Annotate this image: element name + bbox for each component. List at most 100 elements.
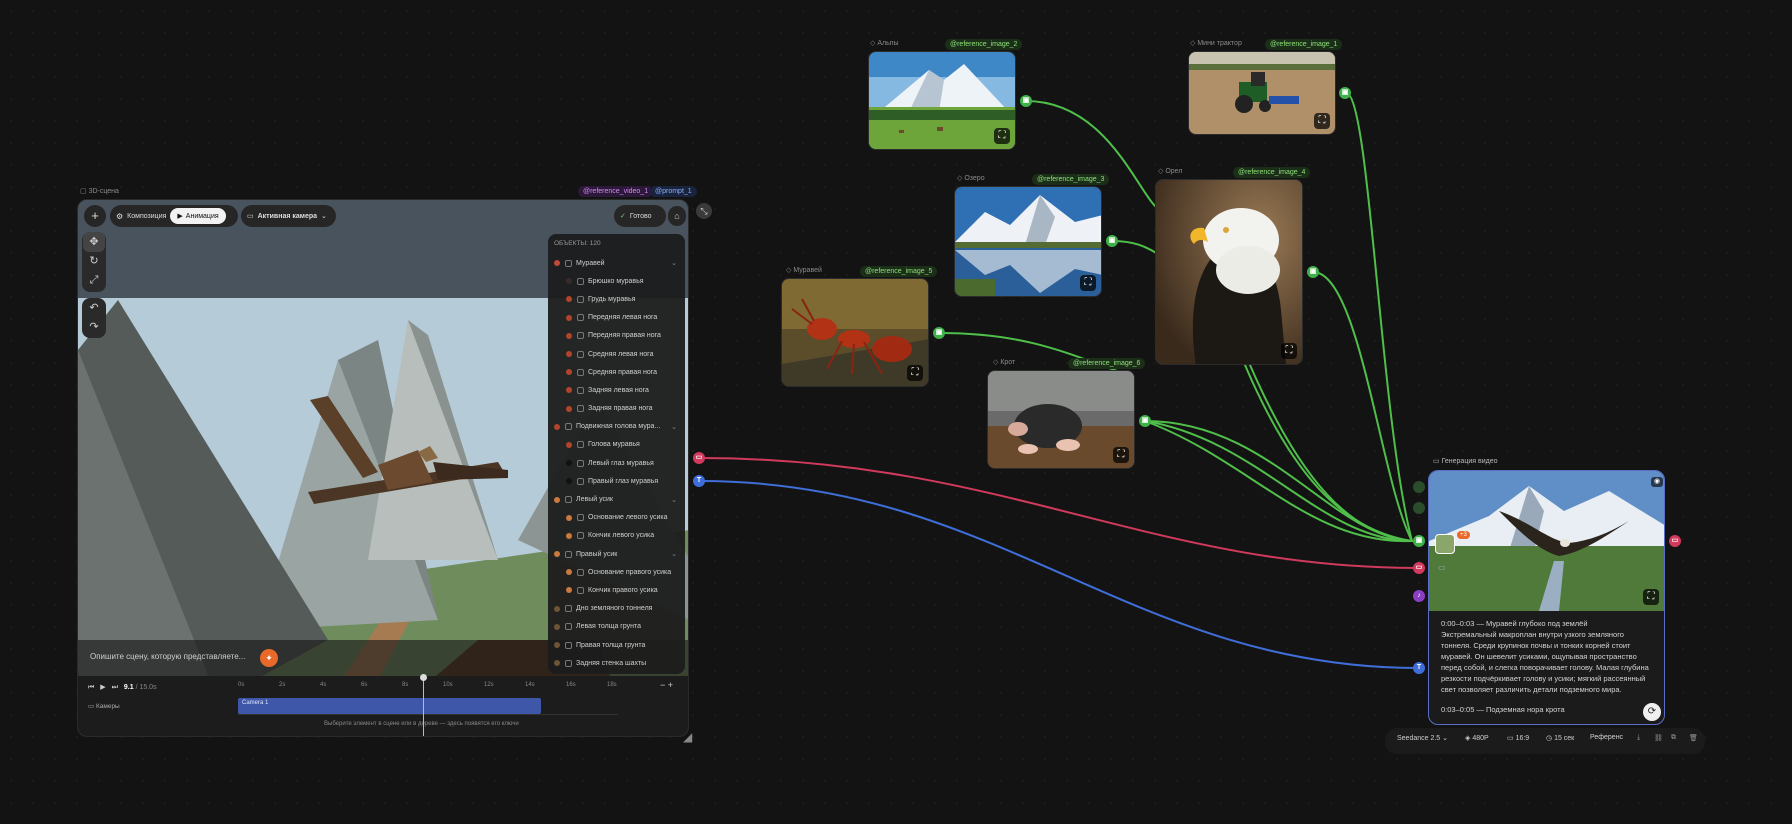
model-select[interactable]: Seedance 2.5 ⌄ [1397, 734, 1448, 742]
ready-button[interactable]: ✓ Готово [614, 205, 666, 227]
video-generation-node[interactable]: ◉ +3 ▭ ⛶ 0:00–0:03 — Муравей глубоко под… [1428, 470, 1665, 725]
port-alps[interactable]: ▣ [1020, 95, 1032, 107]
color-dot [566, 441, 572, 448]
fullscreen-icon[interactable]: ⛶ [1080, 275, 1096, 291]
camera-clip[interactable]: Camera 1 [238, 698, 541, 714]
image-tractor[interactable]: ⛶ [1188, 51, 1336, 135]
chevron-down-icon[interactable]: ⌄ [671, 550, 677, 558]
outliner-item[interactable]: Правый усик ⌄ [548, 545, 685, 563]
fullscreen-icon[interactable]: ⛶ [994, 128, 1010, 144]
outliner-item[interactable]: Брюшко муравья [548, 272, 685, 290]
outliner-item[interactable]: Правый глаз муравья [548, 472, 685, 490]
image-alps[interactable]: ⛶ [868, 51, 1016, 150]
fullscreen-icon[interactable]: ⛶ [1314, 113, 1330, 129]
mode-composition-tab[interactable]: Композиция [127, 213, 166, 220]
undo-icon[interactable]: ↶ [83, 298, 105, 318]
trash-icon[interactable]: 🗑 [1689, 734, 1698, 742]
scene-viewport[interactable]: + ⚙ Композиция ▶ Анимация ▭ Активная каме… [77, 199, 689, 737]
fullscreen-icon[interactable]: ⛶ [1643, 589, 1659, 605]
outliner-item[interactable]: Подвижная голова мура... ⌄ [548, 418, 685, 436]
copy-icon[interactable]: ⧉ [1671, 734, 1676, 742]
outliner-item[interactable]: Средняя правая нога [548, 363, 685, 381]
generate-spark-icon[interactable]: ✦ [260, 649, 278, 667]
outliner-item[interactable]: Основание левого усика [548, 509, 685, 527]
outliner-item[interactable]: Задняя стенка шахты [548, 654, 685, 672]
mode-select[interactable]: Референс [1590, 734, 1623, 741]
port-tractor[interactable]: ▣ [1339, 87, 1351, 99]
rotate-icon[interactable]: ↻ [83, 251, 105, 271]
resolution-select[interactable]: ◈ 480P [1465, 734, 1489, 742]
collapse-icon[interactable]: ⤡ [696, 203, 712, 219]
folder-icon [565, 550, 572, 558]
reference-thumbnail[interactable] [1435, 534, 1455, 554]
outliner-item[interactable]: Передняя левая нога [548, 309, 685, 327]
image-lake[interactable]: ⛶ [954, 186, 1102, 297]
scale-icon[interactable]: ⤢ [83, 270, 105, 290]
outliner-item[interactable]: Дно земляного тоннеля [548, 600, 685, 618]
wire-video [699, 457, 1419, 569]
skip-forward-icon[interactable]: ⏭ [112, 684, 118, 691]
resize-handle-icon[interactable]: ◢ [683, 730, 697, 744]
port-gen-video[interactable]: ▭ [1413, 562, 1425, 574]
outliner-item[interactable]: Кончик левого усика [548, 527, 685, 545]
outliner-item[interactable]: Левая толща грунта [548, 618, 685, 636]
outliner-item[interactable]: Задняя левая нога [548, 381, 685, 399]
zoom-in-icon[interactable]: + [668, 680, 673, 690]
image-eagle[interactable]: ⛶ [1155, 179, 1303, 365]
outliner-item[interactable]: Левый усик ⌄ [548, 490, 685, 508]
port-gen-audio[interactable]: ♪ [1413, 590, 1425, 602]
chevron-down-icon[interactable]: ⌄ [671, 423, 677, 431]
duration-select[interactable]: ◷ 15 сек [1546, 734, 1574, 742]
timeline-ruler[interactable]: 0s 2s 4s 6s 8s 10s 12s 14s 16s 18s [238, 682, 618, 694]
fullscreen-icon[interactable]: ⛶ [907, 365, 923, 381]
port-prompt-out[interactable]: T [693, 475, 705, 487]
mode-animation-tab[interactable]: ▶ Анимация [170, 208, 226, 224]
skip-back-icon[interactable]: ⏮ [88, 684, 94, 691]
camera-select[interactable]: ▭ Активная камера ⌄ [241, 205, 336, 227]
outliner-item[interactable]: Левый глаз муравья [548, 454, 685, 472]
home-icon[interactable]: ⌂ [668, 206, 686, 226]
play-icon: ▶ [177, 213, 183, 220]
outliner-item-label: Подвижная голова мура... [576, 423, 661, 431]
port-gen-prompt[interactable]: T [1413, 662, 1425, 674]
playhead-handle[interactable] [420, 674, 427, 681]
regenerate-icon[interactable]: ⟳ [1643, 703, 1661, 721]
chevron-down-icon[interactable]: ⌄ [671, 496, 677, 504]
color-dot [554, 551, 560, 558]
redo-icon[interactable]: ↷ [83, 317, 105, 337]
chevron-down-icon[interactable]: ⌄ [671, 259, 677, 267]
port-gen-images[interactable]: ▣ [1413, 535, 1425, 547]
outliner-item[interactable]: Муравей ⌄ [548, 254, 685, 272]
outliner-item[interactable]: Средняя левая нога [548, 345, 685, 363]
image-mole[interactable]: ⛶ [987, 370, 1135, 469]
port-gen-in-1[interactable] [1413, 481, 1425, 493]
fullscreen-icon[interactable]: ⛶ [1281, 343, 1297, 359]
playhead[interactable] [423, 676, 424, 736]
add-button[interactable]: + [84, 205, 106, 227]
outliner-item[interactable]: Основание правого усика [548, 563, 685, 581]
zoom-out-icon[interactable]: − [660, 680, 665, 690]
mesh-icon [577, 586, 584, 594]
outliner-item[interactable]: Голова муравья [548, 436, 685, 454]
outliner-item[interactable]: Правая толща грунта [548, 636, 685, 654]
port-mole[interactable]: ▣ [1139, 415, 1151, 427]
port-ant[interactable]: ▣ [933, 327, 945, 339]
image-ant[interactable]: ⛶ [781, 278, 929, 387]
outliner-item[interactable]: Кончик правого усика [548, 581, 685, 599]
aspect-select[interactable]: ▭ 16:9 [1507, 734, 1529, 742]
port-lake[interactable]: ▣ [1106, 235, 1118, 247]
move-icon[interactable]: ✥ [83, 232, 105, 252]
link-icon[interactable]: ⛓ [1654, 734, 1663, 742]
scene-prompt-input[interactable]: Опишите сцену, которую представляете... [90, 652, 245, 661]
outliner-item[interactable]: Грудь муравья [548, 290, 685, 308]
port-video-out[interactable]: ▭ [693, 452, 705, 464]
scene-script[interactable]: 0:00–0:03 — Муравей глубоко под землёй Э… [1441, 618, 1653, 715]
port-eagle[interactable]: ▣ [1307, 266, 1319, 278]
port-gen-out[interactable]: ▭ [1669, 535, 1681, 547]
play-icon[interactable]: ▶ [100, 684, 105, 691]
outliner-item[interactable]: Передняя правая нога [548, 327, 685, 345]
download-icon[interactable]: ⤓ [1637, 734, 1640, 742]
outliner-item[interactable]: Задняя правая нога [548, 400, 685, 418]
fullscreen-icon[interactable]: ⛶ [1113, 447, 1129, 463]
port-gen-in-2[interactable] [1413, 502, 1425, 514]
